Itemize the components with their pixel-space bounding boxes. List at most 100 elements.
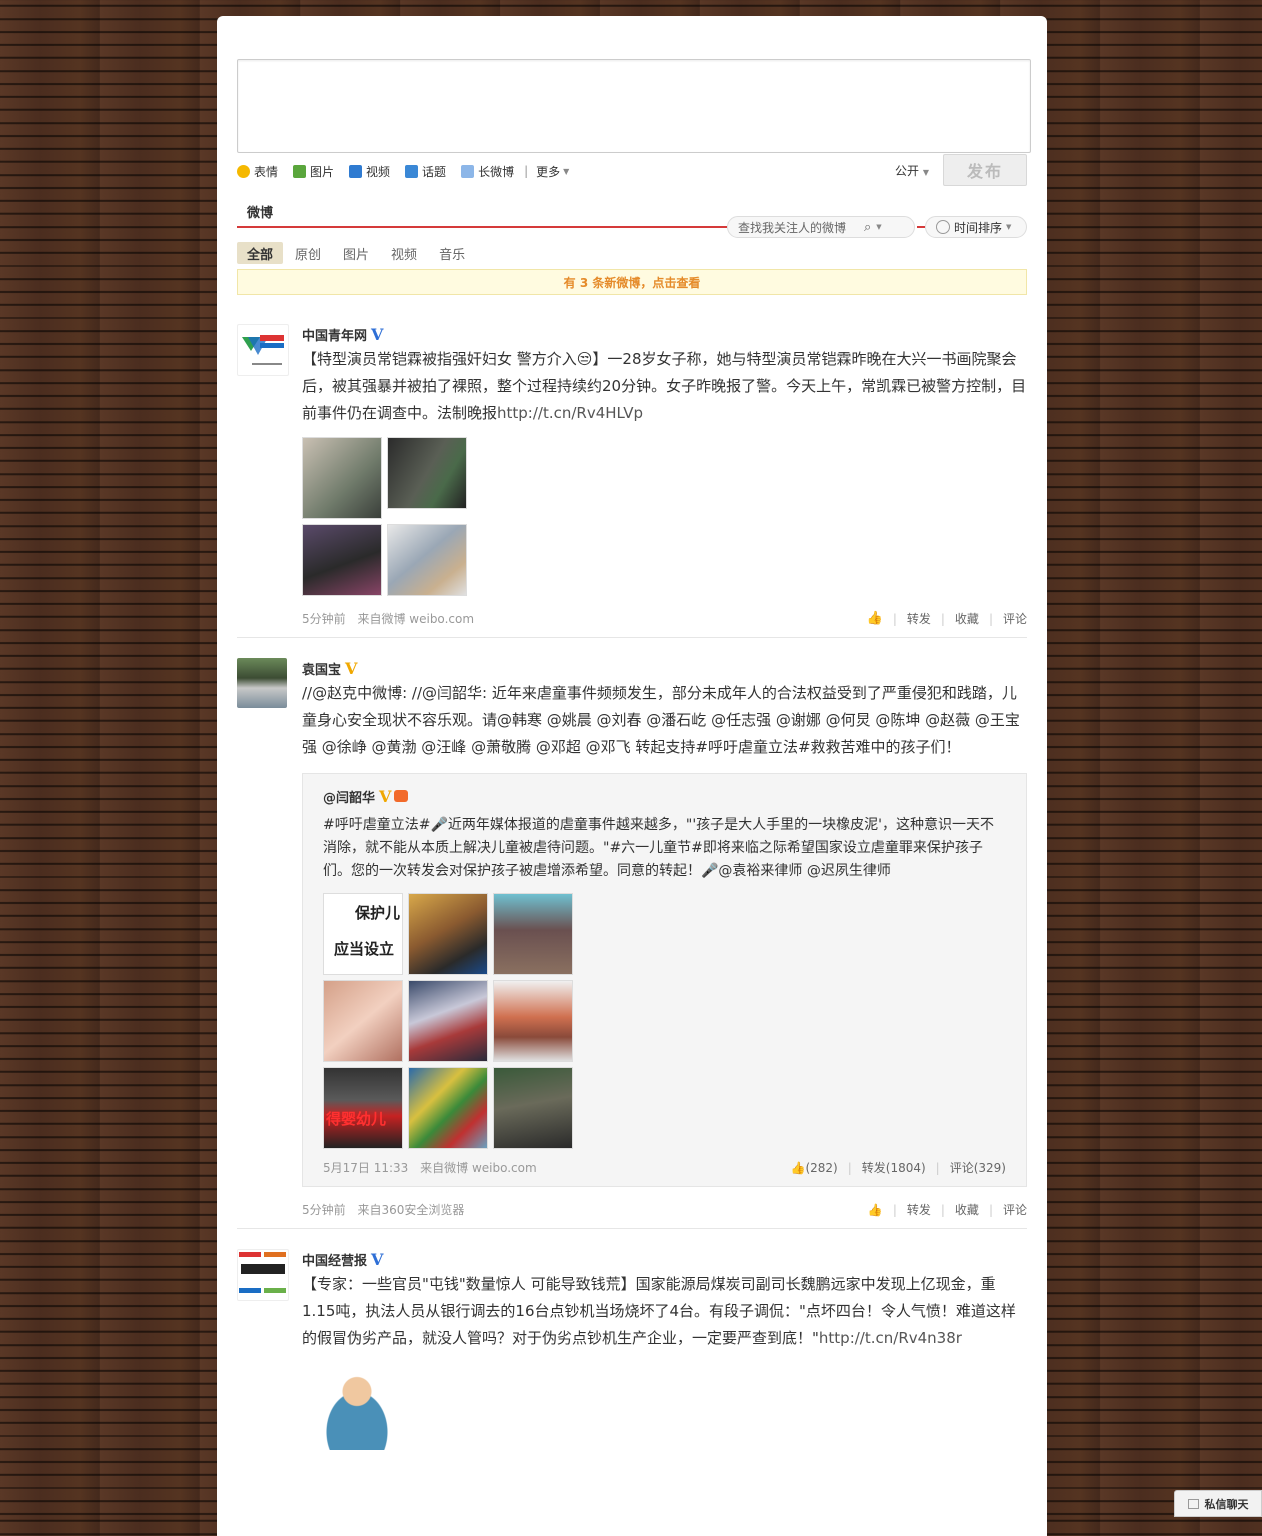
post-source[interactable]: 来自360安全浏览器 [357,1203,464,1217]
quote-image[interactable] [408,893,488,975]
chevron-down-icon[interactable]: ▼ [876,223,881,231]
quote-image[interactable] [408,980,488,1062]
repost-button[interactable]: 转发 [907,610,931,627]
post-actions: 👍 | 转发 | 收藏 | 评论 [868,1201,1027,1218]
image-label: 图片 [310,164,335,179]
emoji-label: 表情 [254,164,279,179]
action-divider: | [892,1202,897,1217]
visibility-label: 公开 [895,163,920,178]
author-name[interactable]: 中国经营报 [302,1250,367,1269]
longpost-button[interactable]: 长微博 [461,163,514,180]
quote-image[interactable]: 得婴幼儿 [323,1067,403,1149]
quote-like-count[interactable]: (282) [805,1161,837,1175]
post-text-body: 【特型演员常铠霖被指强奸妇女 警方介入😒】一28岁女子称，她与特型演员常铠霖昨晚… [302,350,1027,422]
post-image[interactable] [387,524,467,596]
clock-icon [936,220,950,234]
quote-author-name[interactable]: @闫韶华 [323,787,375,806]
repost-button[interactable]: 转发 [907,1201,931,1218]
topic-icon [405,164,419,178]
quote-repost-button[interactable]: 转发(1804) [862,1159,926,1176]
avatar[interactable] [237,1249,289,1301]
post-link[interactable]: http://t.cn/Rv4HLVp [497,404,643,422]
avatar[interactable] [237,658,287,708]
post-author[interactable]: 袁国宝 V [302,658,1027,678]
like-icon[interactable]: 👍 [790,1161,805,1175]
topic-button[interactable]: 话题 [405,163,446,180]
main-panel: 表情 图片 视频 话题 长微博 | 更多 ▼ 公开 ▼ 发布 微博 查找我关注人… [217,16,1047,1536]
feed-filters: 全部 原创 图片 视频 音乐 [237,242,477,264]
sort-label: 时间排序 [954,220,1003,235]
more-label: 更多 [536,164,561,179]
quote-image[interactable] [323,980,403,1062]
like-icon[interactable]: 👍 [868,1203,883,1217]
post-meta: 5分钟前 来自微博 weibo.com 👍 | 转发 | 收藏 | 评论 [302,610,1027,627]
quote-image-grid: 保护儿 应当设立 得婴幼儿 [323,893,1006,1149]
action-divider: | [935,1160,940,1175]
image-icon [293,164,307,178]
post-link[interactable]: http://t.cn/Rv4n38r [819,1329,962,1347]
filter-images[interactable]: 图片 [333,242,379,264]
video-label: 视频 [366,164,391,179]
action-divider: | [892,611,897,626]
new-posts-notice[interactable]: 有 3 条新微博，点击查看 [237,269,1027,295]
chat-label: 私信聊天 [1204,1497,1249,1511]
comment-button[interactable]: 评论 [1003,1201,1027,1218]
video-button[interactable]: 视频 [349,163,390,180]
action-divider: | [940,611,945,626]
post-image[interactable] [302,524,382,596]
search-icon[interactable]: ⌕ [864,220,871,235]
quote-image[interactable] [493,1067,573,1149]
quote-image[interactable] [408,1067,488,1149]
more-button[interactable]: 更多 ▼ [536,163,569,180]
post-time[interactable]: 5分钟前 [302,612,346,626]
post-author[interactable]: 中国经营报 V [302,1249,1027,1269]
favorite-button[interactable]: 收藏 [955,1201,979,1218]
action-divider: | [988,611,993,626]
feed-post: 中国经营报 V 【专家：一些官员"屯钱"数量惊人 可能导致钱荒】国家能源局煤炭司… [237,1249,1027,1450]
quote-author[interactable]: @闫韶华 V [323,786,1006,806]
filter-videos[interactable]: 视频 [381,242,427,264]
chevron-down-icon: ▼ [563,166,570,176]
image-button[interactable]: 图片 [293,163,334,180]
post-image[interactable] [387,437,467,509]
compose-textarea[interactable] [237,59,1031,153]
quote-image[interactable]: 保护儿 应当设立 [323,893,403,975]
quote-time[interactable]: 5月17日 11:33 [323,1161,408,1175]
feed-search-input[interactable]: 查找我关注人的微博 ⌕ ▼ [727,216,915,238]
quote-meta: 5月17日 11:33 来自微博 weibo.com 👍 (282) | 转发(… [323,1159,1006,1176]
post-image[interactable] [302,1360,412,1450]
quote-comment-button[interactable]: 评论(329) [950,1159,1006,1176]
post-divider [237,1228,1027,1229]
feed-post: 中国青年网 V 【特型演员常铠霖被指强奸妇女 警方介入😒】一28岁女子称，她与特… [237,324,1027,638]
quote-source[interactable]: 来自微博 weibo.com [420,1161,537,1175]
chevron-down-icon: ▼ [1006,223,1012,231]
quote-image[interactable] [493,893,573,975]
verified-icon: V [371,1249,384,1269]
filter-all[interactable]: 全部 [237,242,284,264]
avatar[interactable] [237,324,289,376]
post-text: //@赵克中微博: //@闫韶华: 近年来虐童事件频频发生，部分未成年人的合法权… [302,684,1020,756]
post-source[interactable]: 来自微博 weibo.com [357,612,474,626]
sort-dropdown[interactable]: 时间排序 ▼ [925,216,1027,238]
visibility-dropdown[interactable]: 公开 ▼ [895,162,929,179]
post-author[interactable]: 中国青年网 V [302,324,1027,344]
compose-toolbar: 表情 图片 视频 话题 长微博 | 更多 ▼ 公开 ▼ 发布 [237,154,1027,186]
like-icon[interactable]: 👍 [867,611,883,626]
tab-weibo[interactable]: 微博 [247,202,273,221]
image-caption: 保护儿 [354,904,400,922]
tab-underline-segment [917,226,925,228]
emoji-button[interactable]: 表情 [237,163,278,180]
author-name[interactable]: 中国青年网 [302,325,367,344]
verified-icon: V [345,658,358,678]
author-name[interactable]: 袁国宝 [302,659,341,678]
publish-button[interactable]: 发布 [943,154,1027,186]
filter-original[interactable]: 原创 [285,242,331,264]
filter-music[interactable]: 音乐 [429,242,475,264]
quote-actions: 👍 (282) | 转发(1804) | 评论(329) [790,1159,1006,1176]
quote-image[interactable] [493,980,573,1062]
favorite-button[interactable]: 收藏 [955,610,979,627]
post-time[interactable]: 5分钟前 [302,1203,346,1217]
private-chat-button[interactable]: 私信聊天 [1174,1490,1262,1517]
post-image[interactable] [302,437,382,519]
comment-button[interactable]: 评论 [1003,610,1027,627]
